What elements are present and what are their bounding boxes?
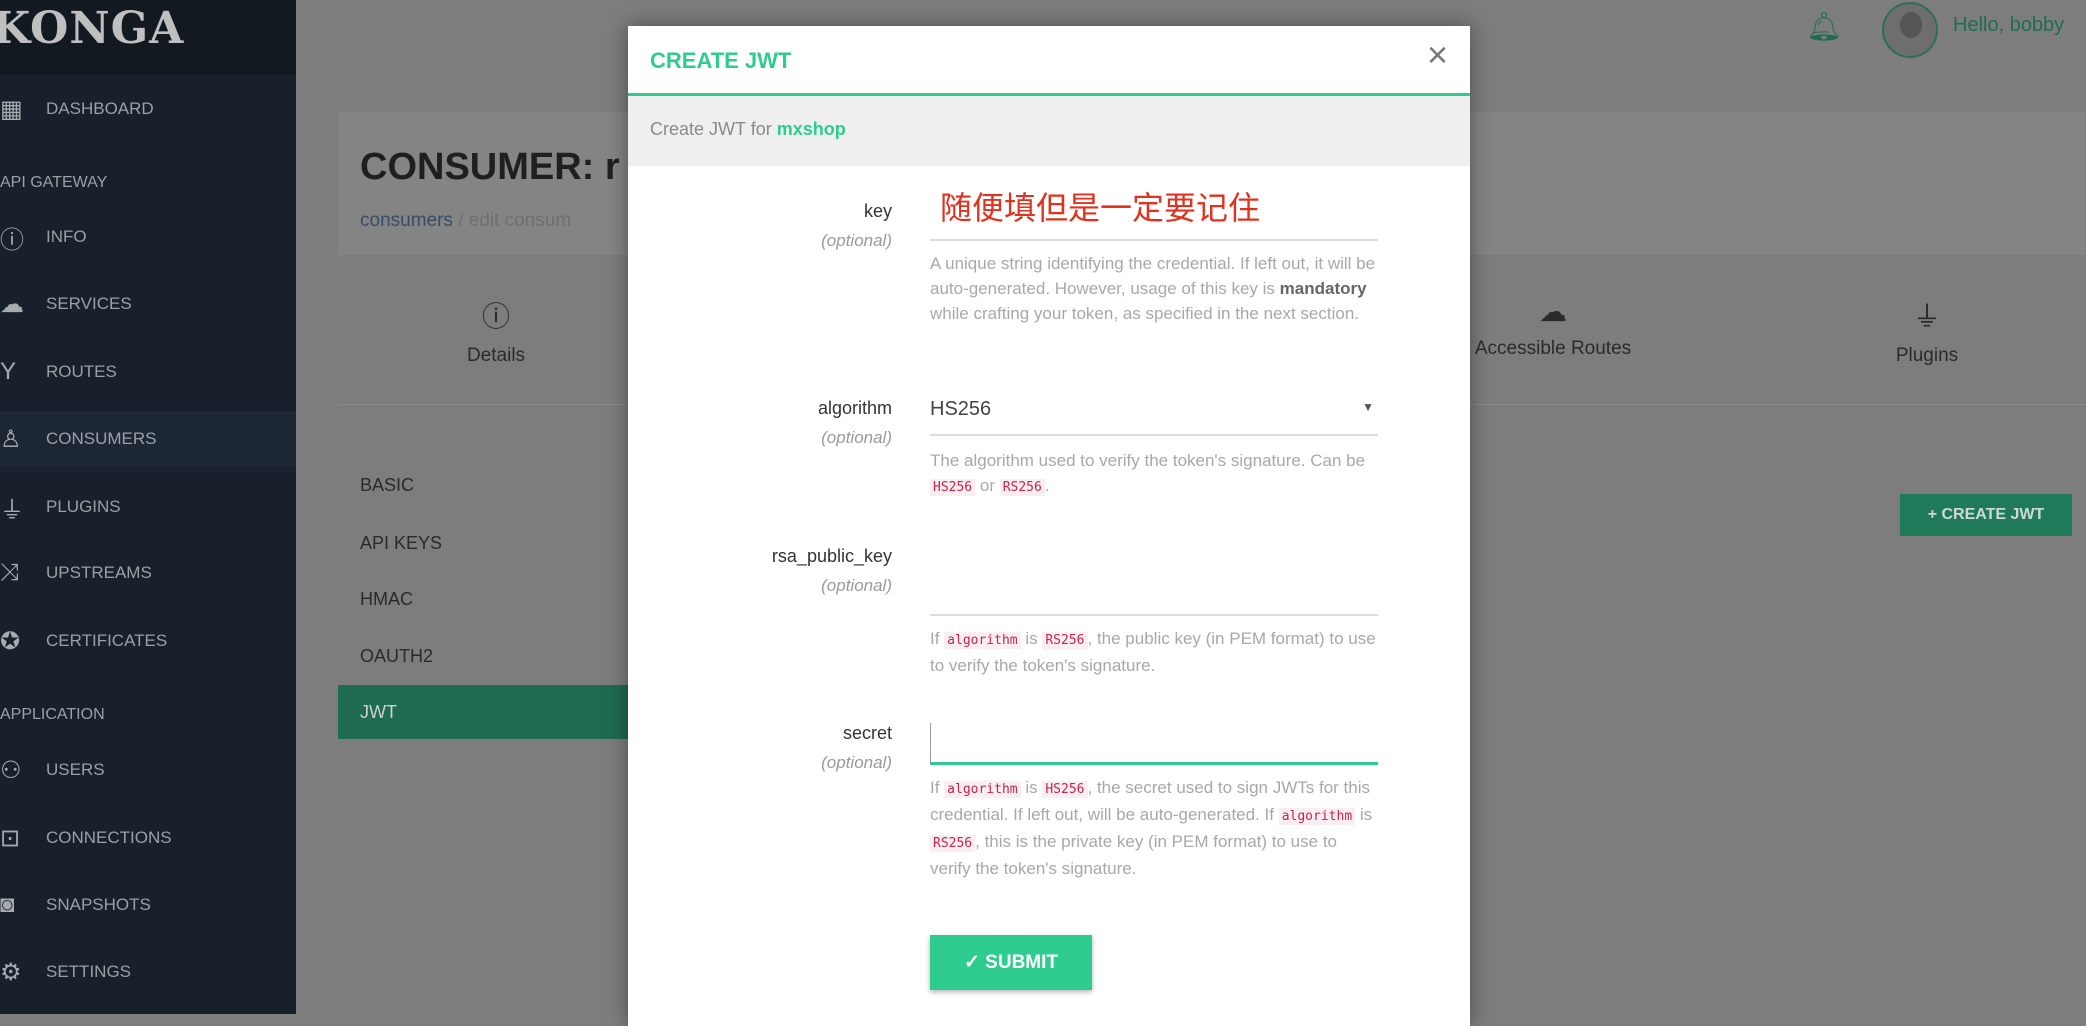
close-icon[interactable]: ×	[1427, 34, 1448, 76]
breadcrumb-consumers-link[interactable]: consumers	[360, 210, 453, 231]
sidebar-item-label: UPSTREAMS	[46, 563, 152, 582]
breadcrumb: consumers / edit consum	[360, 210, 571, 232]
sidebar-item-label: CERTIFICATES	[46, 631, 168, 650]
submit-button[interactable]: ✓ SUBMIT	[930, 935, 1092, 990]
cloud-icon: ☁	[0, 290, 24, 318]
bell-icon[interactable]: 🔔︎	[1806, 10, 1842, 43]
annotation-text: 随便填但是一定要记住	[940, 190, 1261, 226]
algorithm-help: The algorithm used to verify the token's…	[930, 451, 1366, 496]
rsa-public-key-textarea[interactable]	[930, 546, 1378, 616]
camera-icon: ◙	[0, 891, 15, 918]
breadcrumb-current: / edit consum	[458, 210, 572, 231]
caret-down-icon: ▼	[1362, 400, 1374, 414]
plug-icon: ⏚	[0, 496, 24, 524]
sidebar-item-connections[interactable]: ⊡ CONNECTIONS	[0, 810, 296, 866]
konga-logo[interactable]: KONGA	[0, 0, 296, 74]
rsa-public-key-label: rsa_public_key	[771, 546, 892, 566]
sidebar-item-label: USERS	[46, 760, 105, 779]
optional-label: (optional)	[821, 231, 892, 250]
key-help: A unique string identifying the credenti…	[930, 254, 1376, 323]
dashboard-icon: ▦	[0, 95, 23, 123]
sidebar-item-users[interactable]: ⚇ USERS	[0, 742, 296, 798]
user-menu[interactable]: Hello, bobby	[1953, 14, 2064, 37]
secret-label: secret	[842, 723, 892, 743]
sidebar-item-certificates[interactable]: ✪ CERTIFICATES	[0, 613, 296, 669]
secret-input[interactable]	[930, 723, 1378, 765]
sidebar-item-label: PLUGINS	[46, 497, 121, 516]
info-icon: ⓘ	[0, 226, 24, 254]
sidebar-item-label: INFO	[46, 227, 87, 246]
page-title: CONSUMER: r	[360, 146, 620, 188]
sidebar-item-settings[interactable]: ⚙ SETTINGS	[0, 944, 296, 1000]
sidebar-item-label: SNAPSHOTS	[46, 895, 151, 914]
algorithm-select[interactable]: HS256 ▼	[930, 392, 1378, 436]
key-label: key	[863, 201, 892, 221]
info-icon: ⓘ	[481, 301, 511, 332]
plug-icon: ⏚	[1912, 301, 1942, 332]
create-jwt-button[interactable]: + CREATE JWT	[1900, 494, 2072, 536]
credential-tab-jwt[interactable]: JWT	[338, 685, 628, 739]
credential-tab-api-keys[interactable]: API KEYS	[338, 516, 628, 570]
cloud-icon: ☁	[1538, 296, 1567, 327]
sidebar-item-label: SERVICES	[46, 294, 132, 313]
optional-label: (optional)	[821, 428, 892, 447]
sidebar-item-routes[interactable]: Y ROUTES	[0, 344, 296, 400]
section-application: APPLICATION	[0, 706, 105, 723]
sidebar-item-consumers[interactable]: ♙ CONSUMERS	[0, 411, 296, 467]
secret-help: If algorithm is HS256, the secret used t…	[930, 778, 1373, 878]
sidebar: KONGA ▦ DASHBOARD API GATEWAY ⓘ INFO ☁ SERV…	[0, 0, 296, 1014]
tab-accessible-routes[interactable]: ☁ Accessible Routes	[1475, 295, 1631, 360]
cast-icon: ⊡	[0, 824, 21, 852]
optional-label: (optional)	[821, 753, 892, 772]
sidebar-item-label: CONNECTIONS	[46, 828, 172, 847]
credential-tab-basic[interactable]: BASIC	[338, 458, 628, 512]
sidebar-item-upstreams[interactable]: ⤨ UPSTREAMS	[0, 545, 296, 601]
routes-icon: Y	[0, 358, 17, 385]
users-icon: ⚇	[0, 756, 22, 784]
rsa-public-key-help: If algorithm is RS256, the public key (i…	[930, 629, 1376, 675]
avatar[interactable]	[1882, 2, 1938, 58]
sidebar-item-plugins[interactable]: ⏚ PLUGINS	[0, 479, 296, 535]
tab-plugins[interactable]: ⏚ Plugins	[1896, 295, 1958, 367]
consumer-name: mxshop	[776, 119, 846, 139]
modal-subtitle: Create JWT for mxshop	[628, 96, 1470, 166]
sidebar-item-label: ROUTES	[46, 362, 117, 381]
section-api-gateway: API GATEWAY	[0, 174, 108, 191]
sidebar-item-label: CONSUMERS	[46, 429, 157, 448]
modal-title: CREATE JWT	[650, 48, 792, 73]
gear-icon: ⚙	[0, 958, 22, 986]
optional-label: (optional)	[821, 576, 892, 595]
algorithm-label: algorithm	[817, 398, 892, 418]
sidebar-item-services[interactable]: ☁ SERVICES	[0, 276, 296, 332]
sidebar-item-label: SETTINGS	[46, 962, 132, 981]
user-icon: ♙	[0, 425, 22, 453]
create-jwt-modal: CREATE JWT × Create JWT for mxshop key (…	[628, 26, 1470, 1026]
shuffle-icon: ⤨	[0, 559, 20, 586]
credential-tab-hmac[interactable]: HMAC	[338, 572, 628, 626]
credential-tab-oauth2[interactable]: OAUTH2	[338, 629, 628, 683]
sidebar-item-label: DASHBOARD	[46, 99, 154, 118]
tab-details[interactable]: ⓘ Details	[467, 295, 525, 367]
sidebar-item-info[interactable]: ⓘ INFO	[0, 209, 296, 265]
sidebar-item-dashboard[interactable]: ▦ DASHBOARD	[0, 81, 296, 137]
certificate-icon: ✪	[0, 627, 21, 655]
sidebar-item-snapshots[interactable]: ◙ SNAPSHOTS	[0, 877, 296, 933]
